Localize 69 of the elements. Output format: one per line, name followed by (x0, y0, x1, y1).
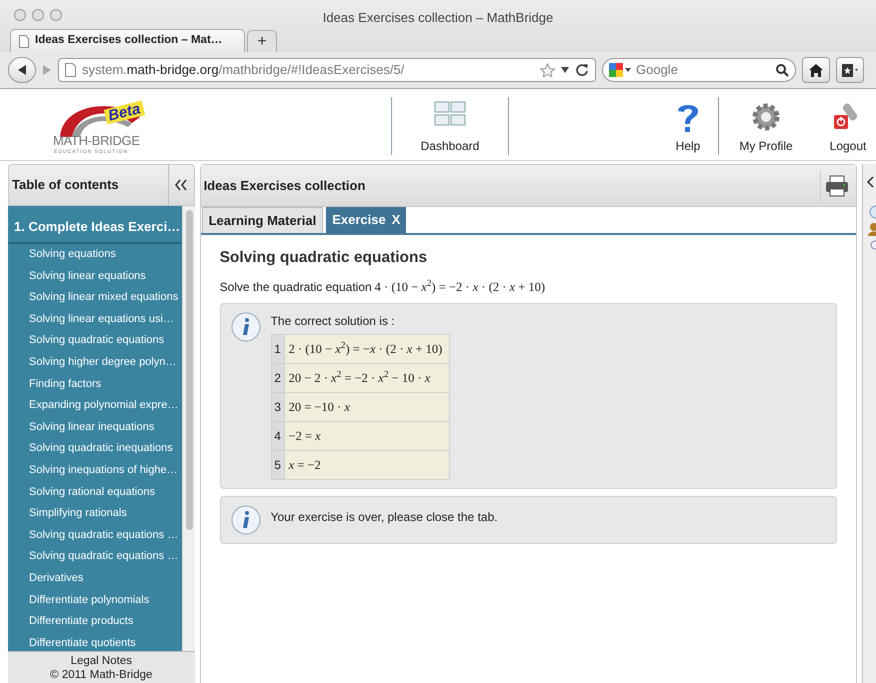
nav-button[interactable]: Dashboard (408, 89, 492, 161)
dropdown-icon[interactable] (561, 67, 569, 73)
legal-notes-link[interactable]: Legal Notes (70, 655, 132, 667)
math-expression: x = −2 (284, 450, 450, 480)
reload-icon[interactable] (575, 63, 589, 77)
math-expression: −2 = x (284, 422, 450, 451)
notice-text: Your exercise is over, please close the tab. (270, 509, 498, 526)
home-icon (809, 64, 823, 76)
toc-link[interactable]: Simplifying rationals (8, 503, 182, 525)
browser-tab[interactable]: Ideas Exercises collection – Mat… (10, 29, 245, 52)
people-icon[interactable] (866, 222, 876, 236)
question-text: Solve the quadratic equation (220, 278, 372, 296)
step-number: 1 (271, 334, 284, 364)
address-bar[interactable]: system.math-bridge.org/mathbridge/#!IdeasExercises/5/ (58, 58, 596, 82)
tab[interactable]: Learning Material (202, 207, 324, 233)
toc-link[interactable]: Solving linear equations (8, 266, 182, 288)
math-expression: 2 · (10 − x$^{2}$) = −x · (2 · x + 10) (284, 334, 450, 364)
double-chevron-icon (175, 179, 188, 191)
step-number: 3 (271, 392, 284, 422)
window-title: Ideas Exercises collection – MathBridge (322, 10, 554, 25)
logo-name: MATH-BRIDGE (53, 134, 140, 147)
toc-link[interactable]: Solving higher degree polyn… (8, 352, 182, 374)
bookmark-icon (842, 64, 858, 76)
copyright-text: © 2011 Math-Bridge (50, 669, 152, 681)
tab-close-button[interactable]: X (392, 212, 400, 228)
toc-link[interactable]: Solving linear inequations (8, 416, 182, 438)
toc-link[interactable]: Solving linear equations usi… (8, 308, 182, 330)
toc-link[interactable]: Solving linear mixed equations (8, 287, 182, 309)
toc-link[interactable]: Solving quadratic inequations (8, 438, 182, 460)
page-icon (65, 63, 76, 77)
chevron-icon[interactable] (866, 176, 874, 188)
step-number: 4 (271, 422, 284, 451)
bookmarks-button[interactable] (836, 57, 864, 83)
back-icon (17, 65, 27, 75)
exercise-heading: Solving quadratic equations (220, 249, 428, 268)
star-icon[interactable] (540, 63, 555, 77)
search-engine-icon[interactable] (609, 63, 631, 77)
printer-icon (824, 174, 848, 196)
search-bar[interactable]: Google (602, 58, 796, 82)
page-icon (19, 34, 29, 48)
step-number: 5 (271, 450, 284, 480)
toc-link[interactable]: Derivatives (8, 568, 182, 590)
new-tab-button[interactable]: + (247, 30, 277, 52)
math-expression: 4 · (10 − x$^{2}$) = −2 · x · (2 · x + 10) (374, 278, 546, 296)
nav-button[interactable]: Logout (820, 89, 876, 161)
scrollbar[interactable] (182, 206, 195, 651)
toc-link[interactable]: Solving equations (8, 244, 182, 266)
toc-link[interactable]: Solving inequations of highe… (8, 460, 182, 482)
nav-button[interactable]: My Profile (728, 89, 804, 161)
toc-link[interactable]: Differentiate quotients (8, 632, 182, 651)
solution-label: The correct solution is : (270, 313, 396, 330)
tab[interactable]: Exercise X (326, 207, 406, 233)
toc-link[interactable]: Expanding polynomial expre… (8, 395, 182, 417)
toc-link[interactable]: Differentiate polynomials (8, 590, 182, 612)
home-button[interactable] (802, 57, 830, 83)
toc-link[interactable]: Solving quadratic equations … (8, 524, 182, 546)
step-number: 2 (271, 364, 284, 393)
gear-icon (750, 101, 782, 133)
panel-title: Ideas Exercises collection (204, 176, 366, 195)
panel-title: Table of contents (12, 176, 120, 194)
toc-link[interactable]: Differentiate products (8, 611, 182, 633)
back-button[interactable] (8, 57, 36, 83)
toc-link[interactable]: Finding factors (8, 374, 182, 396)
toc-link[interactable]: Solving quadratic equations (8, 330, 182, 352)
nav-button[interactable]: Help (665, 89, 711, 161)
toc-link[interactable]: Solving rational equations (8, 482, 182, 504)
toc-link[interactable]: Solving quadratic equations … (8, 546, 182, 568)
math-expression: 20 − 2 · x$^{2}$ = −2 · x$^{2}$ − 10 · x (284, 364, 450, 393)
math-expression: 20 = −10 · x (284, 392, 450, 422)
